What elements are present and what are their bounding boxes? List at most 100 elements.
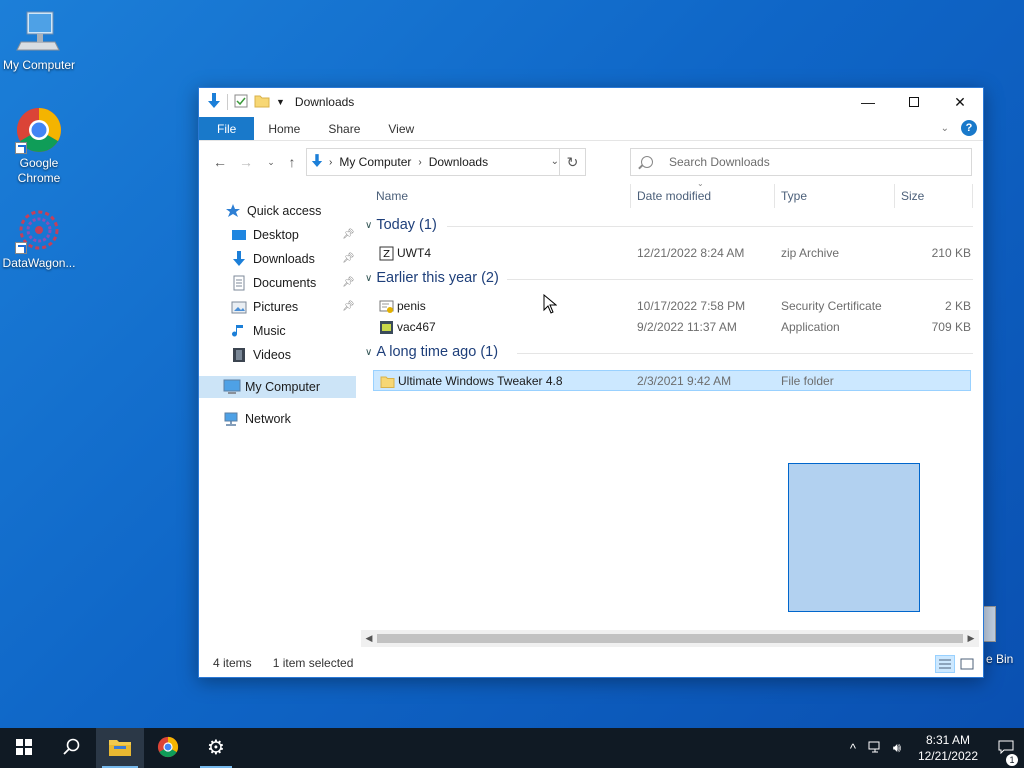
help-icon[interactable]: ?	[961, 120, 977, 136]
chevron-down-icon: ∨	[365, 346, 373, 358]
desktop-icon-label: Google Chrome	[17, 156, 61, 185]
pin-icon[interactable]: 📌︎	[342, 301, 355, 312]
column-divider[interactable]	[774, 184, 775, 208]
group-header-today[interactable]: ∨ Today (1)	[365, 214, 437, 236]
clock[interactable]: 8:31 AM 12/21/2022	[908, 732, 988, 764]
column-header-date-modified[interactable]: Date modified	[637, 182, 711, 210]
computer-monitor-icon	[15, 8, 63, 56]
title-bar[interactable]: ▼ Downloads — ✕	[199, 88, 983, 116]
horizontal-scrollbar[interactable]: ◀ ▶	[361, 630, 979, 647]
column-divider[interactable]	[630, 184, 631, 208]
column-header-size[interactable]: Size	[901, 182, 924, 210]
recycle-bin-label: e Bin	[986, 652, 1014, 666]
file-date: 12/21/2022 8:24 AM	[637, 246, 745, 260]
address-dropdown-icon[interactable]: ⌄	[551, 156, 559, 167]
taskbar-settings[interactable]: ⚙	[192, 728, 240, 768]
new-folder-icon[interactable]	[254, 94, 270, 111]
file-list-pane: Name ⌄ Date modified Type Size ∨ Today (…	[361, 179, 983, 647]
table-row[interactable]: Ultimate Windows Tweaker 4.8 2/3/2021 9:…	[373, 370, 971, 391]
back-button[interactable]: ←	[211, 153, 229, 171]
search-placeholder: Search Downloads	[669, 155, 770, 169]
selection-rectangle	[788, 463, 920, 612]
nav-item-documents[interactable]: Documents 📌︎	[199, 272, 356, 294]
group-label: Today (1)	[376, 217, 437, 233]
nav-label: Music	[253, 324, 286, 338]
table-row[interactable]: Z UWT4 12/21/2022 8:24 AM zip Archive 21…	[373, 243, 971, 264]
volume-icon[interactable]: 🔊︎	[886, 740, 908, 756]
chrome-icon	[157, 736, 179, 761]
group-header-a-long-time-ago[interactable]: ∨ A long time ago (1)	[365, 341, 498, 363]
tab-share[interactable]: Share	[314, 117, 374, 140]
close-button[interactable]: ✕	[937, 88, 983, 116]
up-button[interactable]: ↑	[283, 153, 301, 171]
nav-quick-access[interactable]: Quick access	[199, 200, 356, 222]
column-header-type[interactable]: Type	[781, 182, 807, 210]
notification-center-icon[interactable]: 1	[988, 740, 1024, 766]
table-row[interactable]: vac467 9/2/2022 11:37 AM Application 709…	[373, 317, 971, 338]
nav-item-pictures[interactable]: Pictures 📌︎	[199, 296, 356, 318]
column-divider[interactable]	[972, 184, 973, 208]
gear-icon: ⚙	[207, 737, 225, 759]
table-row[interactable]: penis 10/17/2022 7:58 PM Security Certif…	[373, 296, 971, 317]
large-icons-view-button[interactable]	[957, 655, 977, 673]
nav-item-videos[interactable]: Videos	[199, 344, 356, 366]
minimize-button[interactable]: —	[845, 88, 891, 116]
scroll-left-icon[interactable]: ◀	[361, 630, 377, 647]
group-header-earlier-this-year[interactable]: ∨ Earlier this year (2)	[365, 267, 499, 289]
forward-button[interactable]: →	[237, 153, 255, 171]
maximize-button[interactable]	[891, 88, 937, 116]
tab-file[interactable]: File	[199, 117, 255, 140]
breadcrumb-my-computer[interactable]: My Computer	[339, 155, 411, 169]
file-explorer-window: ▼ Downloads — ✕ File Home Share View ⌄ ?…	[198, 87, 984, 678]
address-bar[interactable]: › My Computer › Downloads ⌄ ↻	[306, 148, 586, 176]
properties-icon[interactable]	[234, 94, 248, 111]
datawagon-icon	[15, 206, 63, 254]
pin-icon[interactable]: 📌︎	[342, 229, 355, 240]
desktop-icon-datawagon[interactable]: DataWagon...	[0, 206, 78, 271]
taskbar-file-explorer[interactable]	[96, 728, 144, 768]
refresh-button[interactable]: ↻	[559, 149, 585, 175]
details-view-button[interactable]	[935, 655, 955, 673]
file-size: 210 KB	[931, 246, 971, 260]
downloads-location-icon	[311, 153, 323, 171]
column-header-name[interactable]: Name	[376, 182, 408, 210]
network-status-icon[interactable]	[864, 741, 886, 756]
search-input[interactable]: Search Downloads	[630, 148, 972, 176]
expand-ribbon-icon[interactable]: ⌄	[941, 123, 949, 134]
pin-icon[interactable]: 📌︎	[342, 253, 355, 264]
tab-view[interactable]: View	[374, 117, 428, 140]
svg-text:Z: Z	[383, 249, 390, 260]
nav-item-desktop[interactable]: Desktop 📌︎	[199, 224, 356, 246]
recent-locations-button[interactable]: ⌄	[262, 153, 280, 171]
nav-item-music[interactable]: Music	[199, 320, 356, 342]
search-button[interactable]	[48, 728, 96, 768]
nav-item-network[interactable]: Network	[199, 408, 356, 430]
nav-item-downloads[interactable]: Downloads 📌︎	[199, 248, 356, 270]
group-label: A long time ago (1)	[376, 344, 499, 360]
breadcrumb-downloads[interactable]: Downloads	[429, 155, 488, 169]
file-size: 2 KB	[944, 299, 971, 313]
column-divider[interactable]	[894, 184, 895, 208]
scrollbar-thumb[interactable]	[377, 634, 963, 643]
file-name: penis	[397, 299, 426, 313]
nav-label: Desktop	[253, 228, 299, 242]
start-button[interactable]	[0, 728, 48, 768]
status-bar: 4 items 1 item selected	[199, 649, 983, 677]
pin-icon[interactable]: 📌︎	[342, 277, 355, 288]
chevron-up-icon[interactable]: ^	[842, 741, 864, 756]
details-view-icon	[939, 659, 951, 669]
tab-home[interactable]: Home	[254, 117, 314, 140]
group-divider	[447, 226, 973, 227]
scroll-right-icon[interactable]: ▶	[963, 630, 979, 647]
taskbar-chrome[interactable]	[144, 728, 192, 768]
file-size: 709 KB	[931, 320, 971, 334]
computer-icon	[223, 379, 241, 395]
nav-item-my-computer[interactable]: My Computer	[199, 376, 356, 398]
qat-customize-icon[interactable]: ▼	[276, 97, 285, 107]
desktop-icon-my-computer[interactable]: My Computer	[0, 8, 78, 73]
desktop-icon-google-chrome[interactable]: Google Chrome	[0, 106, 78, 186]
file-type: File folder	[781, 374, 834, 388]
ribbon-right: ⌄ ?	[941, 120, 977, 136]
breadcrumb-separator: ›	[418, 156, 422, 168]
application-icon	[379, 320, 394, 335]
